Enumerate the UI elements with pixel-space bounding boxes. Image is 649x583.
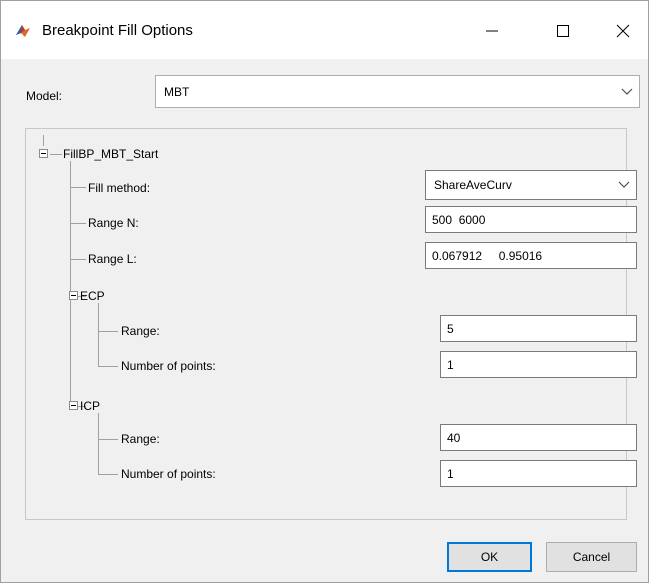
tree-line — [70, 259, 86, 260]
fill-method-value: ShareAveCurv — [434, 178, 512, 192]
ecp-range-label: Range: — [121, 324, 160, 338]
tree-line — [98, 366, 118, 367]
minimize-button[interactable] — [469, 11, 515, 51]
tree-line — [70, 161, 71, 401]
dialog-window: Breakpoint Fill Options Model: MBT FillB… — [0, 0, 649, 583]
icp-range-input[interactable] — [440, 424, 637, 451]
minimize-icon — [486, 30, 498, 32]
ecp-range-input[interactable] — [440, 315, 637, 342]
chevron-down-icon — [614, 173, 634, 197]
tree-node-ecp[interactable]: ECP — [80, 289, 105, 303]
window-title: Breakpoint Fill Options — [42, 22, 193, 39]
title-bar[interactable]: Breakpoint Fill Options — [1, 1, 648, 59]
tree-line — [98, 413, 99, 474]
tree-line — [98, 303, 99, 366]
icp-range-label: Range: — [121, 432, 160, 446]
tree-line — [50, 154, 62, 155]
tree-node-root[interactable]: FillBP_MBT_Start — [63, 147, 158, 161]
collapse-icp-toggle[interactable] — [69, 401, 78, 410]
close-icon — [616, 24, 630, 38]
matlab-icon — [16, 25, 30, 37]
icp-points-input[interactable] — [440, 460, 637, 487]
collapse-ecp-toggle[interactable] — [69, 291, 78, 300]
cancel-button[interactable]: Cancel — [546, 542, 637, 572]
fill-method-label: Fill method: — [88, 181, 151, 195]
range-n-input[interactable] — [425, 206, 637, 233]
ecp-points-input[interactable] — [440, 351, 637, 378]
close-button[interactable] — [600, 11, 646, 51]
range-l-input[interactable] — [425, 242, 637, 269]
range-n-label: Range N: — [88, 216, 139, 230]
ecp-points-label: Number of points: — [121, 359, 216, 373]
maximize-button[interactable] — [540, 11, 586, 51]
collapse-root-toggle[interactable] — [39, 149, 48, 158]
tree-line — [98, 439, 118, 440]
chevron-down-icon — [617, 78, 637, 105]
tree-line — [43, 135, 44, 146]
tree-line — [70, 187, 86, 188]
icp-points-label: Number of points: — [121, 467, 216, 481]
model-select-value: MBT — [164, 84, 190, 99]
model-select[interactable]: MBT — [155, 75, 640, 108]
tree-line — [98, 474, 118, 475]
tree-line — [70, 223, 86, 224]
maximize-icon — [557, 25, 569, 37]
tree-node-icp[interactable]: ICP — [80, 399, 100, 413]
range-l-label: Range L: — [88, 252, 137, 266]
fill-method-select[interactable]: ShareAveCurv — [425, 170, 637, 200]
model-label: Model: — [26, 89, 63, 103]
tree-line — [98, 331, 118, 332]
ok-button[interactable]: OK — [447, 542, 532, 572]
